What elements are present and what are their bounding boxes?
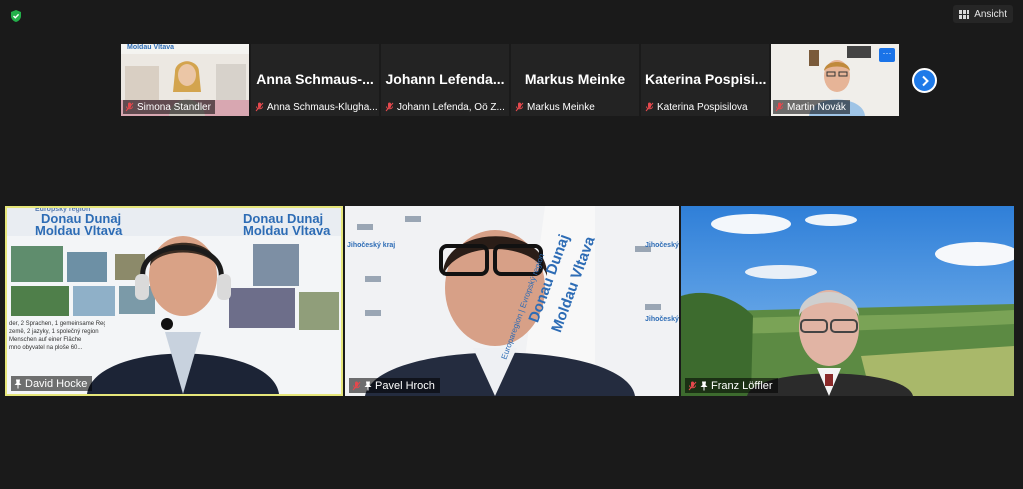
grid-view-icon [959,9,970,19]
participant-thumbnail[interactable]: Katerina Pospisi... Katerina Pospisilova [641,44,769,116]
logo-text: Jihočeský kraj [347,242,396,249]
video-conference-window: Ansicht Moldau Vltava Simona Standler An… [0,0,1023,489]
participant-video-feed [681,206,1014,396]
participant-thumbnail[interactable]: Johann Lefenda... Johann Lefenda, Oö Z..… [381,44,509,116]
participant-name-tag: Franz Löffler [685,378,778,393]
mic-muted-icon [385,102,394,112]
active-speaker-tile[interactable]: Europský region Donau Dunaj Moldau Vltav… [5,206,343,396]
participant-display-name: Katerina Pospisi... [645,71,767,87]
participant-thumbnail[interactable]: ··· Martin Novák [771,44,899,116]
banner-caption-line: Menschen auf einer Fläche [9,337,82,343]
view-button[interactable]: Ansicht [953,5,1013,23]
participant-display-name: Johann Lefenda... [385,71,505,87]
participant-tile[interactable]: Franz Löffler [681,206,1014,396]
logo-text: Jihočeský kraj [645,316,679,323]
banner-caption: der, 2 Sprachen, 1 gemeinsame Region zem… [9,320,105,352]
banner-caption-line: der, 2 Sprachen, 1 gemeinsame Region [9,321,105,327]
mic-muted-icon [255,102,264,112]
mic-muted-icon [645,102,654,112]
banner-vertical: Donau Dunaj Moldau Vltava Europaregion |… [500,206,599,396]
participant-name-tag: Markus Meinke [513,100,599,114]
participant-name: Markus Meinke [527,101,595,113]
participant-thumbnail-strip: Moldau Vltava Simona Standler Anna Schma… [121,44,899,116]
participant-name-tag: Anna Schmaus-Klugha... [253,100,377,114]
pin-icon [14,379,22,388]
participant-name: Simona Standler [137,101,211,113]
participant-thumbnail[interactable]: Moldau Vltava Simona Standler [121,44,249,116]
mic-muted-icon [775,102,784,112]
view-button-label: Ansicht [974,8,1007,20]
participant-name-tag: David Hocke [11,376,93,391]
banner-caption-line: země, 2 jazyky, 1 společný region [9,329,99,335]
participant-name-tag: Pavel Hroch [349,378,440,393]
participant-name: Anna Schmaus-Klugha... [267,101,377,113]
participant-name: David Hocke [25,377,88,390]
participant-name-tag: Johann Lefenda, Oö Z... [383,100,507,114]
chevron-right-icon [921,75,929,86]
participant-video-feed [345,206,679,396]
participant-name-tag: Katerina Pospisilova [643,100,752,114]
more-options-button[interactable]: ··· [879,48,895,62]
participant-name: Martin Novák [787,101,846,113]
next-page-button[interactable] [912,68,937,93]
banner-title-line2-right: Moldau Vltava [243,223,331,238]
participant-thumbnail[interactable]: Anna Schmaus-... Anna Schmaus-Klugha... [251,44,379,116]
mic-muted-icon [125,102,134,112]
banner-title-line2: Moldau Vltava [35,223,123,238]
thumbnail-logo-text: Moldau Vltava [127,44,175,51]
banner-caption-line: mno obyvatel na ploše 60... [9,345,83,351]
logo-text: Jihočeský kraj [645,242,679,249]
pin-icon [700,381,708,390]
participant-name: Johann Lefenda, Oö Z... [397,101,505,113]
security-shield-icon[interactable] [9,9,23,23]
pin-icon [364,381,372,390]
participant-name-tag: Martin Novák [773,100,850,114]
participant-tile[interactable]: Donau Dunaj Moldau Vltava Europaregion |… [345,206,679,396]
participant-thumbnail[interactable]: Markus Meinke Markus Meinke [511,44,639,116]
participant-display-name: Markus Meinke [524,71,626,87]
mic-muted-icon [515,102,524,112]
participant-name: Pavel Hroch [375,379,435,392]
mic-muted-icon [352,381,361,390]
participant-display-name: Anna Schmaus-... [256,71,374,87]
participant-name-tag: Simona Standler [123,100,215,114]
participant-name: Katerina Pospisilova [657,101,748,113]
participant-name: Franz Löffler [711,379,773,392]
bottom-toolbar-edge [0,483,1023,489]
mic-muted-icon [688,381,697,390]
